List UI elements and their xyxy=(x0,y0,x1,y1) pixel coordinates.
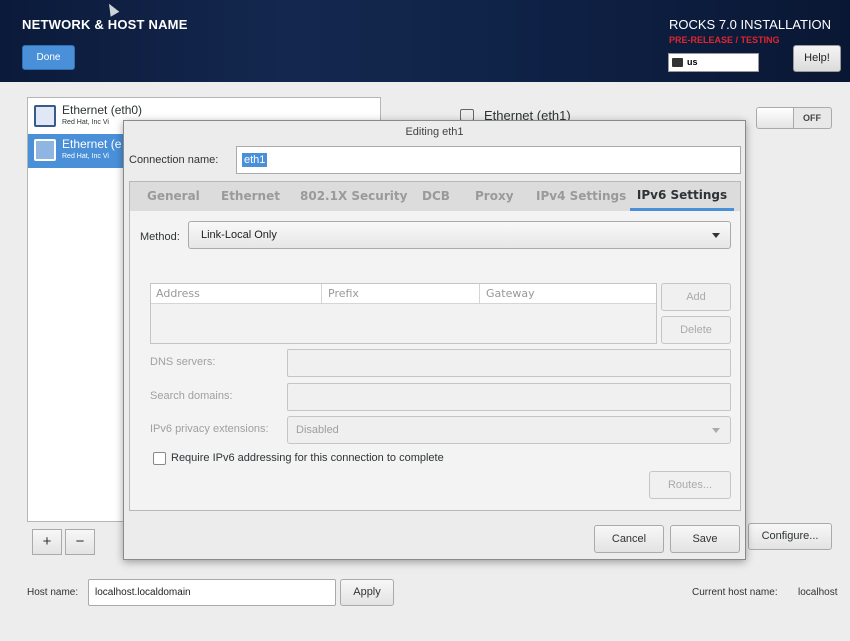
search-domains-label: Search domains: xyxy=(150,390,233,402)
save-button[interactable]: Save xyxy=(670,525,740,553)
configure-button[interactable]: Configure... xyxy=(748,523,832,550)
address-table-header: Address Prefix Gateway xyxy=(151,284,656,304)
method-value: Link-Local Only xyxy=(201,229,277,241)
column-address[interactable]: Address xyxy=(156,284,200,304)
delete-address-button[interactable]: Delete xyxy=(661,316,731,344)
keyboard-icon xyxy=(672,58,683,67)
chevron-down-icon xyxy=(712,233,720,238)
ethernet-icon xyxy=(34,105,56,127)
method-label: Method: xyxy=(140,231,180,243)
header-bar: NETWORK & HOST NAME Done ROCKS 7.0 INSTA… xyxy=(0,0,850,82)
connection-name-input[interactable]: eth1 xyxy=(236,146,741,174)
cancel-button[interactable]: Cancel xyxy=(594,525,664,553)
device-vendor: Red Hat, Inc Vi xyxy=(62,153,109,160)
hostname-input[interactable]: localhost.localdomain xyxy=(88,579,336,606)
apply-button[interactable]: Apply xyxy=(340,579,394,606)
tab-proxy[interactable]: Proxy xyxy=(475,182,514,211)
tab-ipv4-settings[interactable]: IPv4 Settings xyxy=(536,182,626,211)
tab-general[interactable]: General xyxy=(147,182,200,211)
help-button[interactable]: Help! xyxy=(793,45,841,72)
add-address-button[interactable]: Add xyxy=(661,283,731,311)
page-title: NETWORK & HOST NAME xyxy=(22,17,188,32)
ethernet-icon xyxy=(34,139,56,161)
privacy-extensions-label: IPv6 privacy extensions: xyxy=(150,423,269,435)
dialog-title: Editing eth1 xyxy=(405,126,464,138)
chevron-down-icon xyxy=(712,428,720,433)
edit-connection-dialog: Editing eth1 Connection name: eth1 Gener… xyxy=(123,120,746,560)
current-hostname-label: Current host name: xyxy=(692,587,778,598)
search-domains-input[interactable] xyxy=(287,383,731,411)
done-button[interactable]: Done xyxy=(22,45,75,70)
tab-8021x-security[interactable]: 802.1X Security xyxy=(300,182,407,211)
toggle-knob xyxy=(757,108,794,128)
dns-servers-input[interactable] xyxy=(287,349,731,377)
address-table[interactable]: Address Prefix Gateway xyxy=(150,283,657,344)
privacy-extensions-select[interactable]: Disabled xyxy=(287,416,731,444)
prerelease-label: PRE-RELEASE / TESTING xyxy=(669,35,780,45)
ipv6-settings-panel: Method: Link-Local Only Address Prefix G… xyxy=(129,211,741,511)
require-ipv6-checkbox[interactable] xyxy=(153,452,166,465)
connection-name-label: Connection name: xyxy=(129,154,219,166)
device-name: Ethernet (eth0) xyxy=(62,103,143,117)
toggle-label: OFF xyxy=(803,113,821,123)
product-title: ROCKS 7.0 INSTALLATION xyxy=(669,17,832,32)
current-hostname-value: localhost xyxy=(798,587,838,598)
privacy-extensions-value: Disabled xyxy=(296,424,339,436)
tab-ipv6-settings[interactable]: IPv6 Settings xyxy=(630,182,734,211)
dns-servers-label: DNS servers: xyxy=(150,356,216,368)
mouse-pointer-icon xyxy=(104,1,120,17)
tab-dcb[interactable]: DCB xyxy=(422,182,450,211)
add-device-button[interactable]: + xyxy=(32,529,62,555)
tab-ethernet[interactable]: Ethernet xyxy=(221,182,280,211)
keyboard-layout-value: us xyxy=(687,57,698,67)
column-gateway[interactable]: Gateway xyxy=(479,284,535,304)
device-vendor: Red Hat, Inc Vi xyxy=(62,119,109,126)
routes-button[interactable]: Routes... xyxy=(649,471,731,499)
device-name: Ethernet (e xyxy=(62,137,122,151)
require-ipv6-label[interactable]: Require IPv6 addressing for this connect… xyxy=(171,452,444,464)
keyboard-layout-indicator[interactable]: us xyxy=(668,53,759,72)
hostname-label: Host name: xyxy=(27,587,79,598)
method-select[interactable]: Link-Local Only xyxy=(188,221,731,249)
remove-device-button[interactable]: − xyxy=(65,529,95,555)
column-prefix[interactable]: Prefix xyxy=(321,284,359,304)
settings-tabs: General Ethernet 802.1X Security DCB Pro… xyxy=(129,181,741,212)
connection-name-value: eth1 xyxy=(242,153,268,167)
interface-toggle[interactable]: OFF xyxy=(756,107,832,129)
